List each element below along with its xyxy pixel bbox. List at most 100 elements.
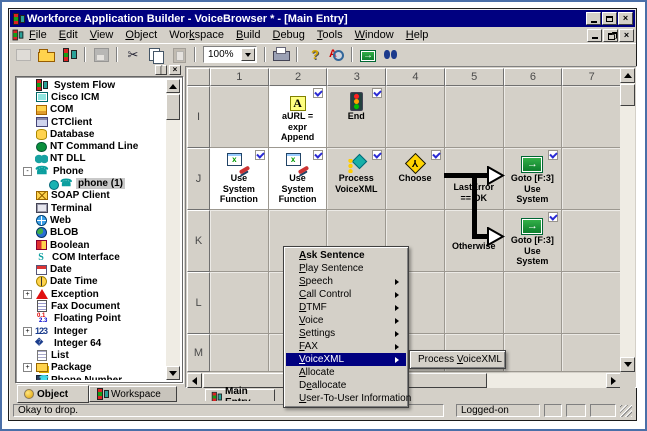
cut-button[interactable] (123, 46, 143, 64)
tree-item-system-flow[interactable]: System Flow (18, 79, 166, 91)
zoom-combobox[interactable]: 100% (203, 46, 257, 63)
grid-cell-K1[interactable] (210, 210, 269, 272)
run-button[interactable] (358, 46, 378, 64)
grid-cell-M1[interactable] (210, 334, 269, 372)
open-button[interactable] (36, 46, 56, 64)
tree-item-cisco-icm[interactable]: Cisco ICM (18, 91, 166, 103)
menu-item-process-voicexml[interactable]: Process VoiceXML (412, 353, 503, 366)
grid-cell-J3[interactable]: ProcessVoiceXML (327, 148, 386, 210)
grid-cell-M6[interactable] (504, 334, 563, 372)
tree-expander-icon[interactable]: + (23, 290, 32, 299)
tree-item-nt-dll[interactable]: NT DLL (18, 153, 166, 165)
help-button[interactable] (303, 46, 323, 64)
grid-cell-J7[interactable] (562, 148, 621, 210)
grid-cell-K7[interactable] (562, 210, 621, 272)
tab-object[interactable]: Object (17, 385, 89, 403)
scroll-down-icon[interactable] (620, 357, 635, 372)
tree-item-phone-1[interactable]: phone (1) (18, 177, 166, 189)
copy-button[interactable] (146, 46, 166, 64)
menu-item-settings[interactable]: Settings (286, 327, 406, 340)
tree-expander-icon[interactable]: + (23, 363, 32, 372)
vscroll-thumb[interactable] (620, 84, 635, 106)
menu-item-fax[interactable]: FAX (286, 340, 406, 353)
save-button[interactable] (91, 46, 111, 64)
tree-item-web[interactable]: Web (18, 214, 166, 226)
tree-item-package[interactable]: +Package (18, 362, 166, 374)
mdi-close-button[interactable]: × (619, 29, 634, 42)
minimize-button[interactable] (586, 12, 601, 25)
tree-item-phone[interactable]: -Phone (18, 165, 166, 177)
checkbox-checked-icon[interactable] (431, 150, 441, 160)
combo-dropdown-icon[interactable] (241, 48, 255, 61)
find-button[interactable] (381, 46, 401, 64)
menu-tools[interactable]: Tools (311, 28, 349, 42)
checkbox-checked-icon[interactable] (313, 88, 323, 98)
menu-item-speech[interactable]: Speech (286, 275, 406, 288)
tree-item-list[interactable]: List (18, 350, 166, 362)
tree-scroll-thumb[interactable] (166, 94, 180, 120)
tree-scrollbar[interactable] (166, 79, 180, 380)
scroll-right-icon[interactable] (606, 373, 621, 388)
pane-close-icon[interactable]: × (169, 65, 181, 75)
tree-item-phone-number[interactable]: Phone Number (18, 374, 166, 380)
menu-item-user-to-user-information[interactable]: User-To-User Information (286, 392, 406, 405)
grid-cell-L1[interactable] (210, 272, 269, 334)
menu-item-allocate[interactable]: Allocate (286, 366, 406, 379)
grid-cell-I1[interactable] (210, 86, 269, 148)
menu-item-dtmf[interactable]: DTMF (286, 301, 406, 314)
scroll-up-icon[interactable] (620, 68, 635, 83)
menu-edit[interactable]: Edit (53, 28, 84, 42)
paste-button[interactable] (169, 46, 189, 64)
resize-grip[interactable] (620, 405, 632, 417)
pane-undock-icon[interactable]: ⌠ (155, 65, 167, 75)
tree-item-com-interface[interactable]: COM Interface (18, 251, 166, 263)
grid-cell-M7[interactable] (562, 334, 621, 372)
tree-item-soap-client[interactable]: SOAP Client (18, 190, 166, 202)
menu-object[interactable]: Object (119, 28, 163, 42)
new-button[interactable] (13, 46, 33, 64)
menu-file[interactable]: File (23, 28, 53, 42)
grid-cell-I2[interactable]: aURL =exprAppend (269, 86, 328, 148)
menu-item-ask-sentence[interactable]: Ask Sentence (286, 249, 406, 262)
grid-cell-I4[interactable] (386, 86, 445, 148)
scroll-left-icon[interactable] (187, 373, 202, 388)
tree-item-integer[interactable]: +Integer (18, 325, 166, 337)
tree-item-com[interactable]: COM (18, 104, 166, 116)
grid-cell-J6[interactable]: Goto [F:3]UseSystem (504, 148, 563, 210)
menu-workspace[interactable]: Workspace (163, 28, 230, 42)
grid-cell-J2[interactable]: UseSystemFunction (269, 148, 328, 210)
grid-cell-L6[interactable] (504, 272, 563, 334)
menu-item-deallocate[interactable]: Deallocate (286, 379, 406, 392)
tab-workspace[interactable]: Workspace (89, 386, 177, 402)
mdi-restore-button[interactable] (603, 29, 618, 42)
tree-item-fax-document[interactable]: Fax Document (18, 300, 166, 312)
grid-cell-I5[interactable] (445, 86, 504, 148)
grid-cell-J1[interactable]: UseSystemFunction (210, 148, 269, 210)
tree-item-nt-command-line[interactable]: NT Command Line (18, 140, 166, 152)
menu-item-voice[interactable]: Voice (286, 314, 406, 327)
grid-cell-L7[interactable] (562, 272, 621, 334)
grid-cell-J4[interactable]: Choose (386, 148, 445, 210)
menu-item-play-sentence[interactable]: Play Sentence (286, 262, 406, 275)
menu-help[interactable]: Help (400, 28, 435, 42)
tree-item-database[interactable]: Database (18, 128, 166, 140)
menu-window[interactable]: Window (349, 28, 400, 42)
checkbox-checked-icon[interactable] (372, 88, 382, 98)
tree-expander-icon[interactable]: + (23, 327, 32, 336)
tree-item-ctclient[interactable]: CTClient (18, 116, 166, 128)
grid-cell-I3[interactable]: End (327, 86, 386, 148)
validate-button[interactable] (326, 46, 346, 64)
print-button[interactable] (271, 46, 291, 64)
grid-vscrollbar[interactable] (620, 68, 635, 372)
tree-expander-icon[interactable]: - (23, 167, 32, 176)
mdi-minimize-button[interactable] (587, 29, 602, 42)
checkbox-checked-icon[interactable] (548, 150, 558, 160)
tree-item-integer-64[interactable]: Integer 64 (18, 337, 166, 349)
checkbox-checked-icon[interactable] (548, 212, 558, 222)
menu-item-voicexml[interactable]: VoiceXML (286, 353, 406, 366)
tree-item-boolean[interactable]: Boolean (18, 239, 166, 251)
checkbox-checked-icon[interactable] (372, 150, 382, 160)
close-button[interactable]: × (618, 12, 633, 25)
scroll-up-icon[interactable] (166, 79, 180, 93)
grid-cell-I6[interactable] (504, 86, 563, 148)
